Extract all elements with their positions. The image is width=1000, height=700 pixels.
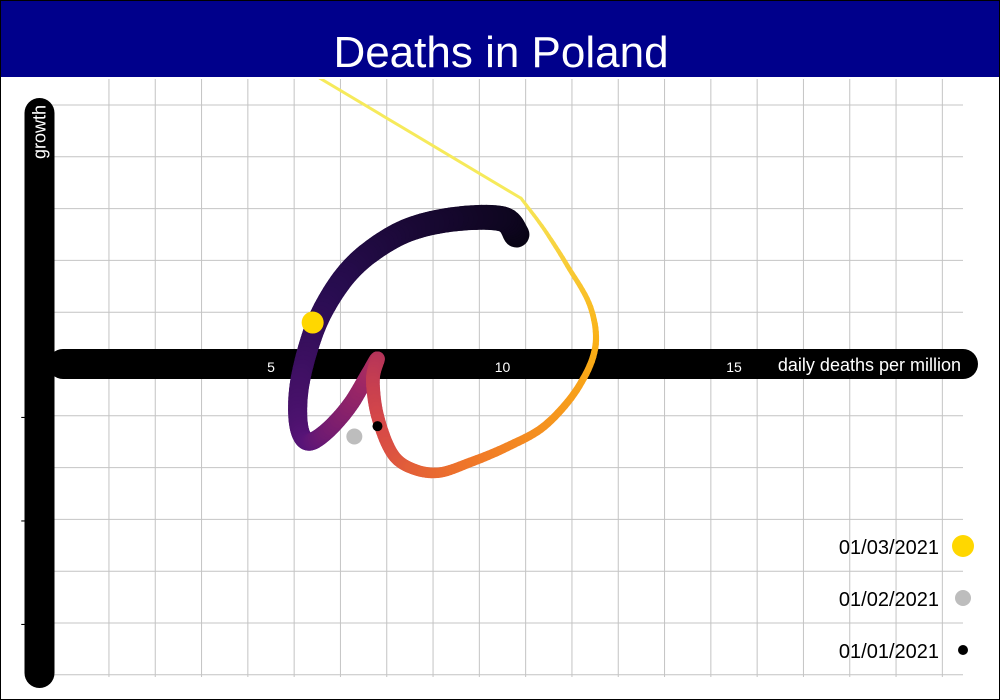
y-tick-label: 3% — [25, 201, 45, 217]
x-tick-label: 5 — [267, 359, 275, 375]
legend-marker — [958, 645, 968, 655]
legend-label: 01/03/2021 — [839, 537, 939, 559]
trajectory-chart: daily deaths per million growth 5 10 15 3% 1… — [21, 79, 978, 688]
legend-marker — [952, 535, 974, 557]
legend-label: 01/01/2021 — [839, 641, 939, 663]
y-tick-label: 1% — [25, 304, 45, 320]
trajectory-series — [288, 79, 600, 479]
date-marker — [301, 311, 324, 334]
date-marker — [372, 421, 383, 432]
y-tick-label: -3% — [21, 511, 46, 527]
x-tick-label: 15 — [726, 359, 742, 375]
legend: 01/03/2021 01/02/2021 01/01/2021 — [839, 535, 974, 663]
legend-label: 01/02/2021 — [839, 589, 939, 611]
chart-frame: Deaths in Poland daily deaths per millio… — [0, 0, 1000, 700]
axes: daily deaths per million growth — [24, 98, 978, 688]
trajectory-segment — [318, 79, 523, 200]
legend-marker — [955, 590, 971, 606]
x-axis-label: daily deaths per million — [778, 355, 961, 375]
y-tick-label: -1% — [21, 408, 46, 424]
date-marker — [346, 428, 363, 445]
y-axis-label: growth — [30, 105, 50, 159]
x-tick-label: 10 — [495, 359, 511, 375]
y-tick-label: -5% — [21, 615, 46, 631]
